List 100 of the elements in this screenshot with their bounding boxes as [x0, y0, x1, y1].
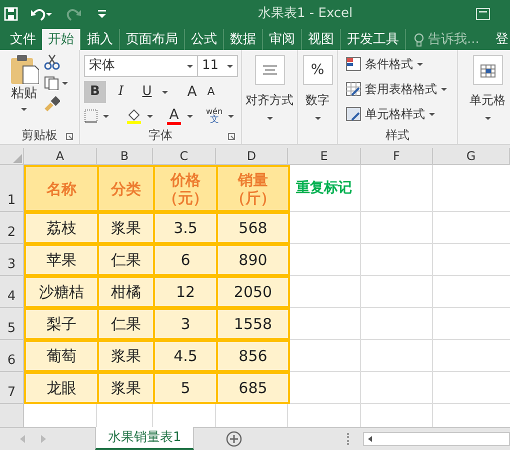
customize-icon[interactable] — [98, 10, 106, 18]
align-icon — [254, 55, 284, 85]
table-cell: 仁果 — [97, 308, 155, 340]
save-icon[interactable] — [4, 7, 18, 21]
row-header[interactable]: 7 — [0, 372, 24, 404]
table-cell: 890 — [216, 244, 290, 276]
group-label: 剪贴板 — [22, 127, 58, 144]
table-cell — [361, 276, 433, 308]
paste-button[interactable]: 粘贴 — [11, 84, 37, 104]
row-header[interactable]: 2 — [0, 212, 24, 244]
cell-style-icon — [346, 107, 361, 121]
column-header[interactable]: A — [24, 148, 97, 165]
table-cell: 葡萄 — [24, 340, 99, 372]
font-color-button[interactable]: A — [166, 108, 182, 124]
dialog-launcher-icon[interactable] — [228, 133, 235, 140]
copy-icon[interactable] — [44, 76, 68, 90]
row-header[interactable]: 6 — [0, 340, 24, 372]
borders-icon[interactable] — [84, 109, 98, 123]
column-header[interactable]: E — [288, 148, 361, 165]
table-cell: 2050 — [216, 276, 290, 308]
styles-menu-button[interactable]: 套用表格格式 — [346, 79, 447, 99]
caret-icon — [441, 88, 447, 90]
scroll-left-icon[interactable] — [368, 436, 372, 442]
table-cell: 柑橘 — [97, 276, 155, 308]
lightbulb-icon — [414, 32, 424, 46]
number-format-button[interactable]: % 数字 — [298, 50, 337, 126]
ribbon-display-icon[interactable] — [476, 8, 490, 20]
table-cell: 6 — [153, 244, 218, 276]
italic-button[interactable]: I — [110, 81, 132, 103]
table-cell — [361, 308, 433, 340]
column-header[interactable]: F — [361, 148, 433, 165]
table-cell: 苹果 — [24, 244, 99, 276]
scissors-icon[interactable] — [44, 54, 60, 70]
table-cell — [361, 340, 433, 372]
caret-icon — [187, 114, 193, 118]
table-cell: 3.5 — [153, 212, 218, 244]
row-header[interactable]: 5 — [0, 308, 24, 340]
shrink-font-button[interactable]: A — [204, 84, 218, 100]
header-cell: 销量 （斤） — [216, 165, 290, 212]
sheet-tab[interactable]: 水果销量表1 — [95, 427, 194, 450]
table-cell: 12 — [153, 276, 218, 308]
column-header[interactable]: G — [433, 148, 510, 165]
table-cell — [361, 372, 433, 404]
table-cell — [361, 165, 433, 212]
column-header[interactable]: B — [97, 148, 153, 165]
table-cell — [361, 244, 433, 276]
caret-icon — [162, 90, 168, 94]
table-cell: 梨子 — [24, 308, 99, 340]
underline-button[interactable]: U — [136, 81, 158, 103]
fill-color-icon[interactable] — [126, 108, 142, 124]
caret-icon — [228, 114, 234, 118]
horizontal-scrollbar[interactable] — [363, 432, 510, 446]
format-painter-icon[interactable] — [44, 96, 60, 112]
row-header[interactable]: 3 — [0, 244, 24, 276]
group-label: 样式 — [386, 127, 410, 144]
caret-icon — [227, 64, 233, 68]
styles-menu-button[interactable]: 单元格样式 — [346, 104, 447, 124]
caret-icon — [103, 114, 109, 118]
sign-in-link[interactable]: 登 — [487, 29, 508, 50]
caret-icon — [147, 114, 153, 118]
dialog-launcher-icon[interactable] — [66, 133, 73, 140]
table-style-icon — [346, 82, 361, 96]
clipboard-icon — [9, 54, 39, 84]
table-cell: 龙眼 — [24, 372, 99, 404]
caret-icon — [266, 117, 272, 120]
header-cell: 价格 （元） — [153, 165, 218, 212]
cells-icon — [472, 55, 502, 85]
caret-icon — [314, 117, 320, 120]
table-cell: 568 — [216, 212, 290, 244]
table-cell: 浆果 — [97, 340, 155, 372]
phonetic-guide-button[interactable]: wén 文 — [206, 107, 223, 125]
alignment-button[interactable]: 对齐方式 — [242, 50, 297, 126]
table-cell — [361, 212, 433, 244]
ribbon-tab[interactable]: 开始 — [42, 29, 80, 50]
table-cell: 856 — [216, 340, 290, 372]
bold-button[interactable]: B — [84, 81, 106, 103]
table-cell: 重复标记 — [288, 165, 361, 212]
window-title: 水果表1 - Excel — [258, 5, 353, 24]
column-header[interactable]: C — [153, 148, 216, 165]
font-size-field[interactable]: 11 — [198, 55, 238, 77]
add-sheet-icon[interactable] — [226, 431, 242, 447]
table-cell: 浆果 — [97, 372, 155, 404]
column-header[interactable]: D — [216, 148, 288, 165]
undo-icon[interactable] — [30, 7, 52, 21]
conditional-format-icon — [346, 57, 361, 71]
font-name-field[interactable]: 宋体 — [84, 55, 198, 77]
caret-icon — [187, 64, 193, 68]
row-header[interactable]: 1 — [0, 165, 24, 212]
table-cell: 荔枝 — [24, 212, 99, 244]
table-cell: 5 — [153, 372, 218, 404]
caret-icon — [417, 62, 423, 66]
styles-menu-button[interactable]: 条件格式 — [346, 54, 447, 74]
table-cell: 沙糖桔 — [24, 276, 99, 308]
caret-icon — [429, 112, 435, 116]
grow-font-button[interactable]: A — [184, 82, 200, 102]
table-cell: 685 — [216, 372, 290, 404]
table-cell: 仁果 — [97, 244, 155, 276]
row-header[interactable]: 4 — [0, 276, 24, 308]
cells-button[interactable]: 单元格 — [458, 50, 510, 126]
ribbon-tab[interactable]: 文件 — [4, 29, 42, 50]
